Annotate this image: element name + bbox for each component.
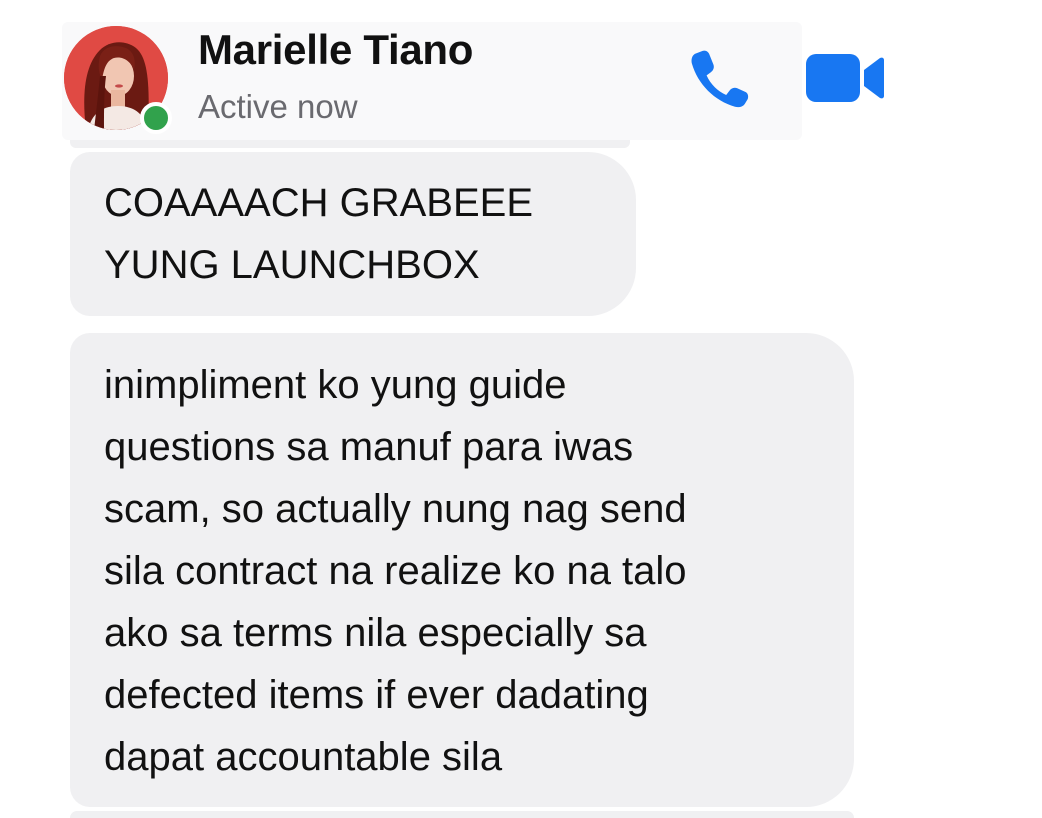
message-text-line: inimpliment ko yung guide [104, 363, 567, 407]
message-text-line: sila contract na realize ko na talo [104, 549, 687, 593]
message-text-line: scam, so actually nung nag send [104, 487, 687, 531]
contact-status: Active now [198, 88, 358, 125]
message-text-line: questions sa manuf para iwas [104, 425, 634, 469]
message-text-line: YUNG LAUNCHBOX [104, 243, 480, 287]
next-message-bubble [70, 811, 854, 818]
message-text-line: COAAAACH GRABEEE [104, 181, 534, 225]
contact-avatar[interactable] [64, 26, 172, 134]
message-bubble[interactable]: inimpliment ko yung guide questions sa m… [70, 333, 854, 807]
phone-icon [688, 50, 750, 114]
video-call-button[interactable] [806, 52, 884, 104]
call-button[interactable] [688, 48, 750, 110]
contact-name[interactable]: Marielle Tiano [198, 26, 473, 74]
previous-message-bubble [70, 140, 630, 148]
message-text-line: dapat accountable sila [104, 735, 503, 779]
message-text-line: ako sa terms nila especially sa [104, 611, 647, 655]
online-status-indicator [140, 102, 172, 134]
message-text-line: defected items if ever dadating [104, 673, 649, 717]
message-bubble[interactable]: COAAAACH GRABEEE YUNG LAUNCHBOX [70, 152, 636, 316]
video-camera-icon [806, 54, 884, 108]
